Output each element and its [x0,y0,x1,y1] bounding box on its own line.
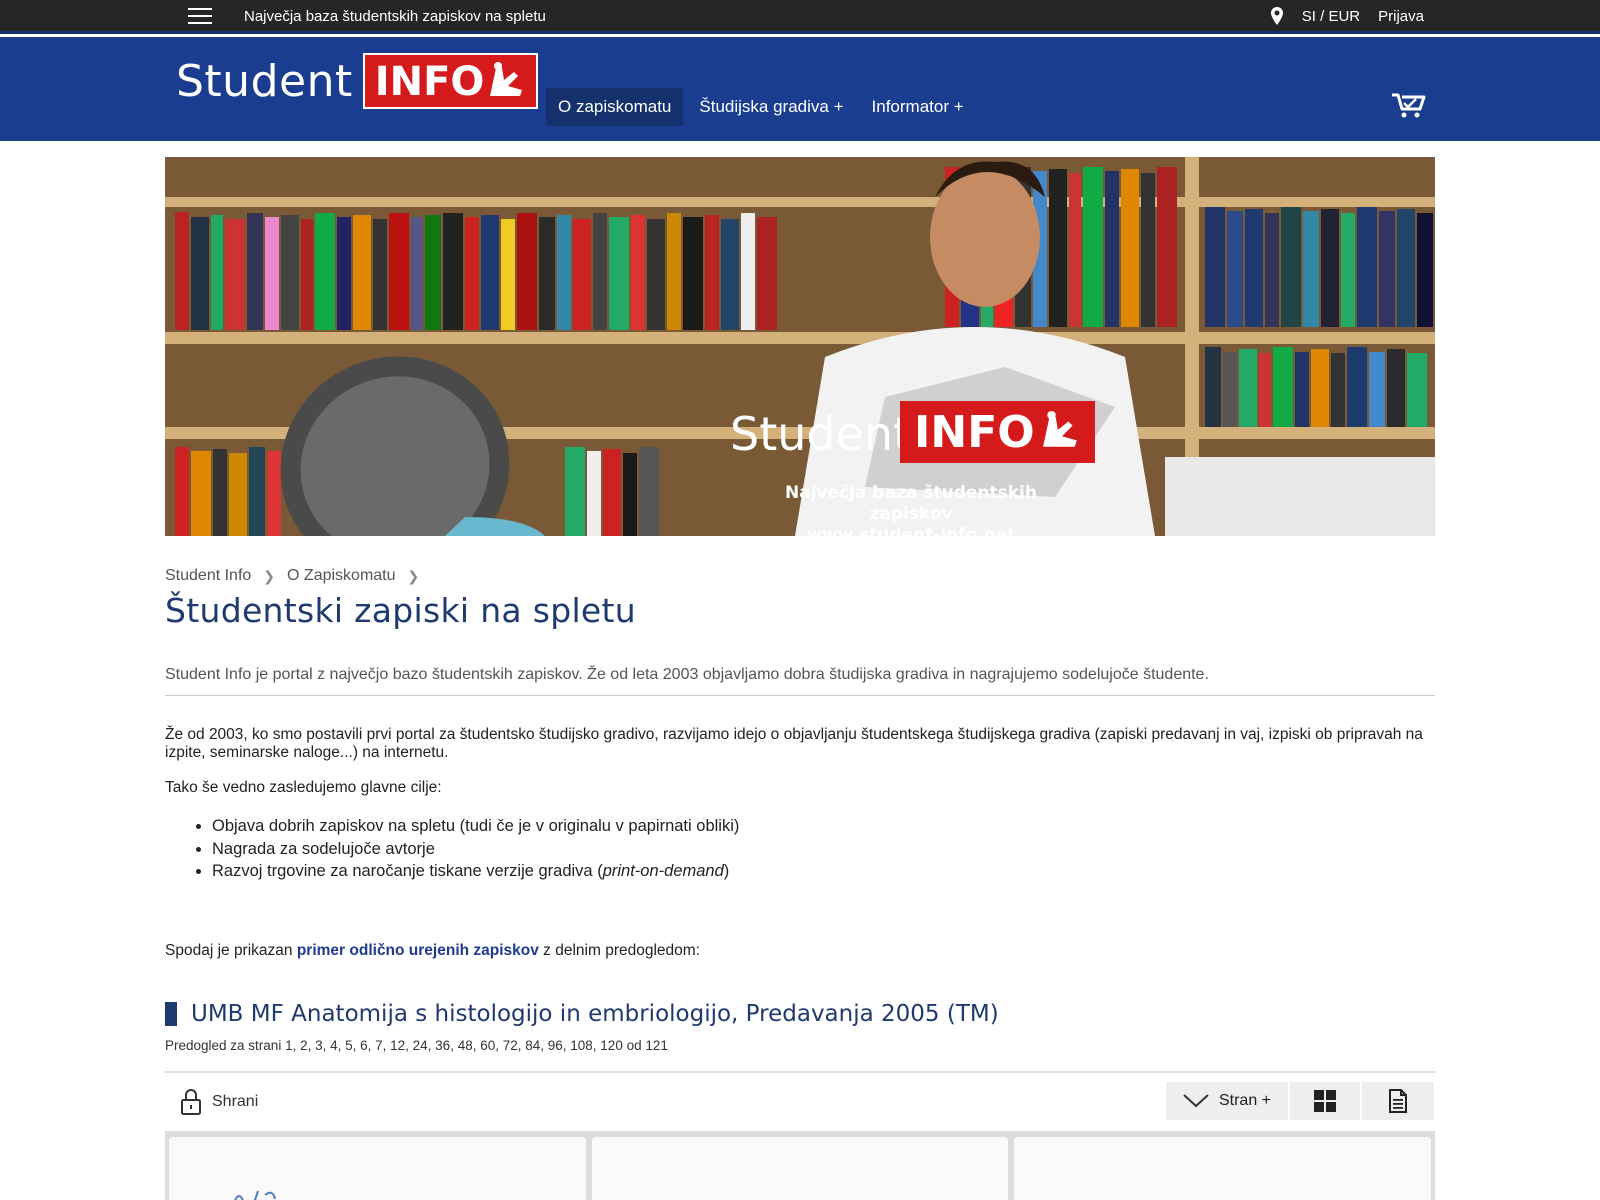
page-thumbnail[interactable] [169,1137,586,1200]
goal-item-end: ) [723,862,730,880]
hero-tagline-line1: Največja baza študentskih zapiskov [785,483,1037,524]
top-bar: Največja baza študentskih zapiskov na sp… [0,0,1600,34]
nav-o-zapiskomatu[interactable]: O zapiskomatu [546,88,684,126]
document-title-row: UMB MF Anatomija s histologijo in embrio… [165,1001,999,1027]
hero-brand-student: Student [730,407,912,461]
site-header: Student INFO O zapiskomatu Študijska gra… [0,37,1600,141]
title-accent-bar [165,1002,177,1026]
page-thumbnail[interactable] [591,1137,1009,1200]
nav-studijska-gradiva[interactable]: Študijska gradiva + [687,88,855,126]
logo-info-text: INFO [374,59,485,105]
locale-selector[interactable]: SI / EUR [1302,8,1360,25]
hero-brand-info-text: INFO [914,406,1035,458]
top-tagline: Največja baza študentskih zapiskov na sp… [244,8,546,25]
breadcrumb: Student Info ❯ O Zapiskomatu ❯ [165,567,423,585]
save-button[interactable]: Shrani [180,1088,258,1116]
logo-info-badge: INFO [362,53,539,109]
page-title: Študentski zapiski na spletu [165,591,636,630]
example-paragraph: Spodaj je prikazan primer odlično urejen… [165,942,700,960]
grid-icon [1314,1090,1336,1112]
hero-brand-info: INFO [900,401,1095,463]
page-thumbnails [165,1131,1435,1200]
handwriting-preview [722,1193,802,1200]
hero-reading-figure-icon [1042,410,1077,447]
location-pin-icon[interactable] [1270,7,1284,25]
goal-item: Objava dobrih zapiskov na spletu (tudi č… [212,815,739,838]
reading-figure-icon [490,62,523,96]
grid-view-button[interactable] [1290,1082,1360,1120]
main-nav: O zapiskomatu Študijska gradiva + Inform… [546,88,976,126]
hero-tagline: Največja baza študentskih zapiskov www.s… [751,483,1071,536]
site-logo[interactable]: Student INFO [176,53,539,109]
chevron-down-icon [1183,1094,1209,1108]
hero-image-bookshelf [165,157,1435,536]
viewer-toolbar: Stran + [1166,1082,1434,1120]
page-thumbnail[interactable] [1014,1137,1432,1200]
document-title[interactable]: UMB MF Anatomija s histologijo in embrio… [191,1001,999,1027]
breadcrumb-item-o-zapiskomatu[interactable]: O Zapiskomatu [287,567,395,585]
goal-item: Nagrada za sodelujoče avtorje [212,838,739,861]
lock-icon [181,1089,201,1115]
lead-paragraph: Student Info je portal z največjo bazo š… [165,666,1209,683]
page-selector-button[interactable]: Stran + [1166,1082,1288,1120]
nav-informator[interactable]: Informator + [860,88,976,126]
hero-brand: Student INFO [730,401,1095,463]
example-link[interactable]: primer odlično urejenih zapiskov [297,942,539,959]
page-selector-label: Stran + [1218,1092,1272,1109]
intro-paragraph: Že od 2003, ko smo postavili prvi portal… [165,726,1423,761]
logo-student-text: Student [176,55,353,107]
document-view-button[interactable] [1362,1082,1434,1120]
hero-banner: Student INFO Največja baza študentskih z… [165,157,1435,536]
breadcrumb-chevron-icon: ❯ [407,567,420,584]
goal-item-italic: print-on-demand [602,862,724,880]
goal-item-text: Razvoj trgovine za naročanje tiskane ver… [212,862,603,880]
handwriting-preview [234,1190,276,1200]
document-icon [1389,1089,1407,1113]
goals-intro: Tako še vedno zasledujemo glavne cilje: [165,779,442,796]
example-text-after: z delnim predogledom: [538,942,700,959]
divider [165,695,1435,696]
login-link[interactable]: Prijava [1378,8,1424,25]
save-label: Shrani [212,1093,259,1110]
divider [165,1071,1435,1073]
hamburger-menu-icon[interactable] [188,8,212,24]
goal-item: Razvoj trgovine za naročanje tiskane ver… [212,860,739,883]
hero-tagline-line2: www.student-info.net [806,525,1016,536]
goals-list: Objava dobrih zapiskov na spletu (tudi č… [212,815,739,883]
breadcrumb-item-student-info[interactable]: Student Info [165,567,251,585]
cart-icon[interactable] [1390,91,1426,119]
breadcrumb-chevron-icon: ❯ [263,567,276,584]
example-text-before: Spodaj je prikazan [165,942,297,959]
document-preview-info: Predogled za strani 1, 2, 3, 4, 5, 6, 7,… [165,1038,668,1053]
